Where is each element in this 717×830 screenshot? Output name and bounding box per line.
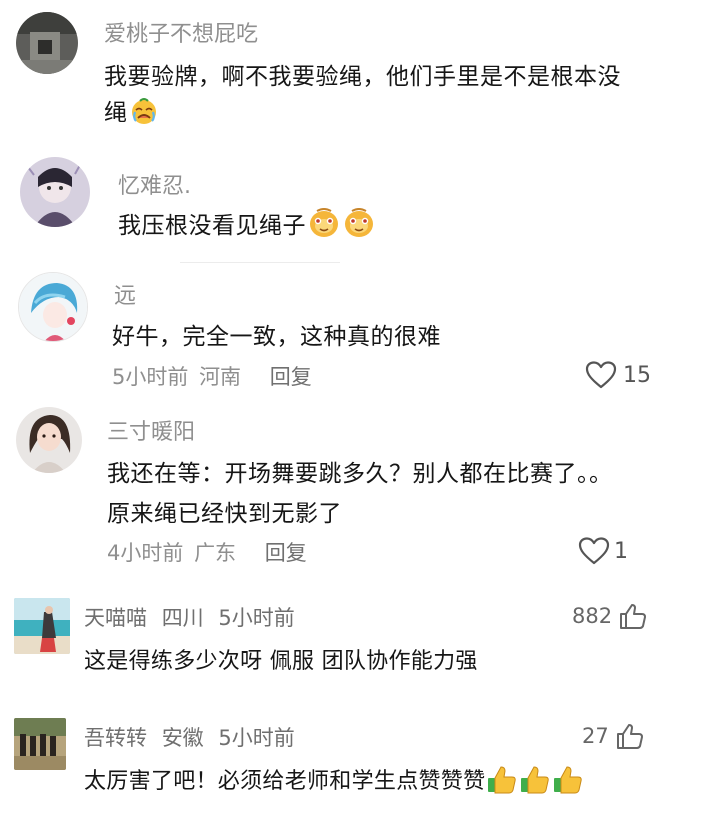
comment-text-line: 太厉害了吧！必须给老师和学生点赞赞赞	[84, 769, 486, 794]
dog-head-smirk-icon	[342, 205, 376, 245]
avatar[interactable]	[16, 407, 82, 473]
comment-meta: 5小时前 河南 回复	[112, 361, 312, 391]
thumbs-up-emoji-icon	[486, 762, 518, 800]
comment-item: 吾转转 安徽 5小时前 太厉害了吧！必须给老师和学生点赞赞赞 27	[0, 710, 717, 830]
username[interactable]: 远	[114, 278, 136, 310]
location: 安徽	[161, 726, 204, 750]
timestamp: 5小时前	[218, 606, 295, 630]
like-button[interactable]: 27	[582, 722, 645, 750]
like-count: 15	[623, 362, 651, 388]
like-button[interactable]: 15	[585, 361, 651, 389]
comment-text: 我要验牌，啊不我要验绳，他们手里是不是根本没	[104, 57, 621, 91]
thumbs-up-icon	[616, 724, 643, 749]
comment-text: 这是得练多少次呀 佩服 团队协作能力强	[84, 649, 478, 674]
like-button[interactable]: 1	[578, 537, 628, 565]
comment-text-line: 我压根没看见绳子	[118, 213, 306, 239]
reply-button[interactable]: 回复	[265, 541, 307, 565]
location: 四川	[161, 606, 204, 630]
username[interactable]: 爱桃子不想屁吃	[104, 16, 258, 48]
comment-text: 我还在等：开场舞要跳多久？别人都在比赛了。。	[107, 454, 613, 488]
comment-text: 原来绳已经快到无影了	[107, 494, 342, 528]
username[interactable]: 天喵喵	[84, 606, 147, 630]
timestamp: 5小时前	[112, 365, 189, 389]
comment-text: 好牛，完全一致，这种真的很难	[112, 324, 441, 350]
divider	[180, 262, 340, 263]
like-count: 1	[614, 538, 628, 564]
comment-text: 我压根没看见绳子	[118, 205, 376, 245]
comment-text-line: 原来绳已经快到无影了	[107, 501, 342, 527]
dog-head-smirk-icon	[307, 205, 341, 245]
heart-icon	[585, 361, 617, 389]
thumbs-up-emoji-icon	[519, 762, 551, 800]
thumbs-up-icon	[620, 604, 647, 629]
avatar[interactable]	[14, 598, 70, 654]
location: 河南	[199, 365, 242, 389]
username[interactable]: 吾转转	[84, 726, 147, 750]
like-count: 882	[572, 604, 613, 628]
comment-text-line: 我还在等：开场舞要跳多久？别人都在比赛了。。	[107, 461, 613, 487]
comment-text-line: 绳	[104, 100, 128, 126]
reply-button[interactable]: 回复	[270, 365, 312, 389]
comment-text-line: 我要验牌，啊不我要验绳，他们手里是不是根本没	[104, 64, 621, 90]
username[interactable]: 三寸暖阳	[107, 414, 195, 446]
comment-item: 远 好牛，完全一致，这种真的很难 5小时前 河南 回复 15	[0, 265, 717, 400]
comment-text: 太厉害了吧！必须给老师和学生点赞赞赞	[84, 762, 584, 800]
location: 广东	[194, 541, 237, 565]
avatar[interactable]	[20, 157, 90, 227]
like-button[interactable]: 882	[572, 602, 648, 630]
like-count: 27	[582, 724, 609, 748]
comment-item: 忆难忍. 我压根没看见绳子	[0, 150, 717, 260]
comment-meta: 吾转转 安徽 5小时前	[84, 722, 295, 752]
comment-text: 绳	[104, 93, 159, 132]
thumbs-up-emoji-icon	[552, 762, 584, 800]
heart-icon	[578, 537, 610, 565]
comment-item: 三寸暖阳 我还在等：开场舞要跳多久？别人都在比赛了。。 原来绳已经快到无影了 4…	[0, 400, 717, 580]
comment-meta: 4小时前 广东 回复	[107, 537, 307, 567]
avatar[interactable]	[14, 718, 66, 770]
timestamp: 4小时前	[107, 541, 184, 565]
avatar[interactable]	[18, 272, 88, 342]
comment-item: 天喵喵 四川 5小时前 这是得练多少次呀 佩服 团队协作能力强 882	[0, 590, 717, 700]
avatar[interactable]	[16, 12, 78, 74]
timestamp: 5小时前	[218, 726, 295, 750]
comment-item: 爱桃子不想屁吃 我要验牌，啊不我要验绳，他们手里是不是根本没 绳	[0, 0, 717, 140]
crying-face-icon	[129, 96, 159, 132]
username[interactable]: 忆难忍.	[118, 168, 191, 200]
comment-meta: 天喵喵 四川 5小时前	[84, 602, 295, 632]
